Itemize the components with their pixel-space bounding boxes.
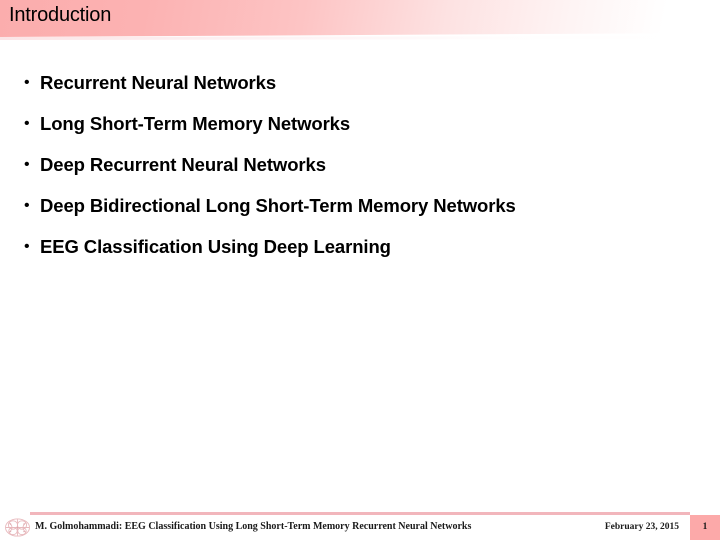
footer-divider [30,512,690,515]
page-number: 1 [702,522,708,532]
bullet-icon: • [24,237,30,255]
list-item-label: Long Short-Term Memory Networks [40,112,351,134]
brain-logo-icon [3,517,32,538]
page-title: Introduction [9,4,112,26]
bullet-icon: • [24,73,30,91]
list-item-label: Deep Recurrent Neural Networks [40,153,326,175]
title-banner-shadow [0,36,720,40]
bullet-icon: • [24,196,30,214]
footer-date: February 23, 2015 [604,522,679,532]
list-item: • Deep Recurrent Neural Networks [0,144,720,185]
bullet-icon: • [24,155,30,173]
slide: Introduction • Recurrent Neural Networks… [0,0,720,540]
bullet-icon: • [24,114,30,132]
list-item-label: EEG Classification Using Deep Learning [40,235,391,257]
list-item-label: Recurrent Neural Networks [40,71,277,93]
list-item: • Deep Bidirectional Long Short-Term Mem… [0,185,720,226]
list-item-label: Deep Bidirectional Long Short-Term Memor… [40,194,516,216]
footer-citation: M. Golmohammadi: EEG Classification Usin… [35,521,472,532]
bullet-list: • Recurrent Neural Networks • Long Short… [0,62,720,267]
list-item: • Recurrent Neural Networks [0,62,720,103]
slide-footer: M. Golmohammadi: EEG Classification Usin… [0,504,720,540]
list-item: • EEG Classification Using Deep Learning [0,226,720,267]
list-item: • Long Short-Term Memory Networks [0,103,720,144]
